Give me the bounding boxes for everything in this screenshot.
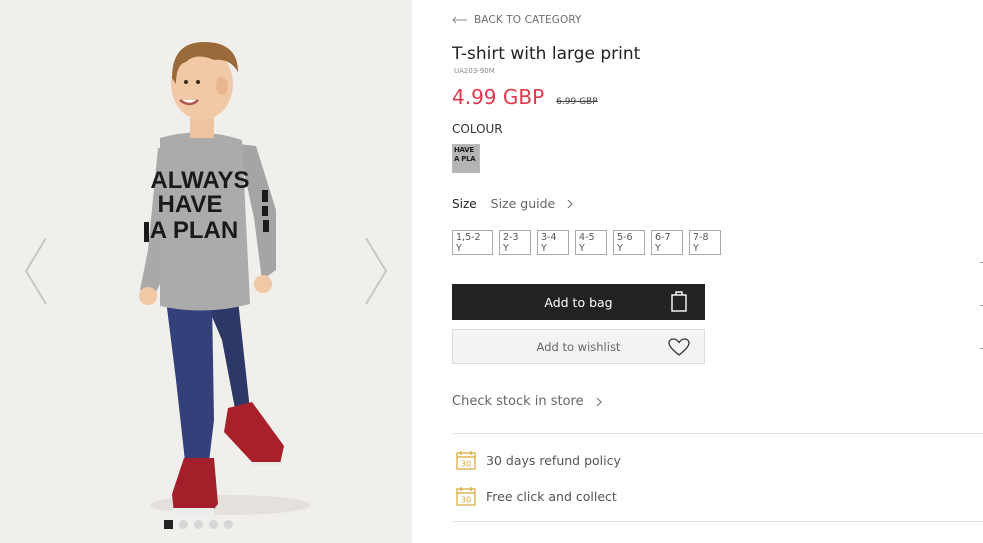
benefit-label: 30 days refund policy [486, 452, 621, 468]
product-gallery: ALWAYS HAVE A PLAN [0, 0, 412, 543]
size-guide-link[interactable]: Size guide [491, 196, 574, 211]
gallery-next-button[interactable] [360, 236, 390, 306]
size-option[interactable]: 1,5-2 Y [452, 230, 493, 255]
current-price: 4.99 GBP [452, 85, 545, 109]
chevron-right-icon [596, 397, 602, 406]
divider [452, 521, 983, 522]
chevron-right-icon [365, 237, 388, 305]
shirt-print-line1: ALWAYS [150, 167, 249, 194]
shirt-print-line3: A PLAN [150, 217, 238, 244]
shopping-bag-icon [671, 291, 687, 312]
calendar-30-icon: 30 [456, 487, 476, 506]
price-row: 4.99 GBP 6.99 GBP [452, 85, 598, 109]
size-label: Size [452, 196, 477, 211]
size-guide-label: Size guide [490, 196, 556, 211]
benefit-label: Free click and collect [486, 488, 617, 504]
add-to-wishlist-label: Add to wishlist [536, 339, 621, 354]
add-to-wishlist-button[interactable]: Add to wishlist [452, 329, 705, 364]
gallery-dot[interactable] [194, 520, 203, 529]
check-stock-label: Check stock in store [452, 394, 584, 409]
gallery-pagination [164, 520, 233, 529]
old-price: 6.99 GBP [556, 97, 598, 107]
gallery-dot[interactable] [179, 520, 188, 529]
size-option[interactable]: 4-5 Y [575, 230, 607, 255]
gallery-prev-button[interactable] [22, 236, 52, 306]
gallery-dot[interactable] [209, 520, 218, 529]
benefit-refund-policy: 30 30 days refund policy [456, 450, 621, 470]
product-photo: ALWAYS HAVE A PLAN [0, 0, 412, 543]
size-option[interactable]: 6-7 Y [651, 230, 683, 255]
product-sku: UA203-90M [454, 67, 495, 75]
benefit-click-collect: 30 Free click and collect [456, 486, 617, 506]
check-stock-link[interactable]: Check stock in store [452, 394, 602, 409]
arrow-left-icon [452, 16, 467, 24]
add-to-bag-button[interactable]: Add to bag [452, 284, 705, 320]
shirt-print-line2: HAVE [158, 191, 223, 218]
product-title: T-shirt with large print [452, 44, 641, 64]
size-row: Size Size guide [452, 196, 574, 211]
back-to-category-label: BACK TO CATEGORY [474, 14, 582, 26]
colour-label: COLOUR [452, 122, 503, 136]
chevron-left-icon [24, 237, 47, 305]
chevron-right-icon [567, 199, 574, 208]
divider [452, 433, 983, 434]
gallery-dot[interactable] [164, 520, 173, 529]
size-option[interactable]: 2-3 Y [499, 230, 531, 255]
size-option[interactable]: 7-8 Y [689, 230, 721, 255]
size-option[interactable]: 5-6 Y [613, 230, 645, 255]
back-to-category-link[interactable]: BACK TO CATEGORY [452, 14, 582, 26]
calendar-30-icon: 30 [456, 451, 476, 470]
colour-swatch[interactable]: HAVE A PLA [452, 144, 480, 173]
svg-text:30: 30 [461, 496, 471, 505]
add-to-bag-label: Add to bag [544, 294, 613, 310]
size-option[interactable]: 3-4 Y [537, 230, 569, 255]
gallery-dot[interactable] [224, 520, 233, 529]
svg-text:30: 30 [461, 460, 471, 469]
size-options: 1,5-2 Y 2-3 Y 3-4 Y 4-5 Y 5-6 Y 6-7 Y 7-… [452, 230, 721, 255]
swatch-text-2: A PLA [454, 155, 476, 163]
product-details: BACK TO CATEGORY T-shirt with large prin… [452, 0, 983, 543]
heart-icon [668, 338, 690, 356]
